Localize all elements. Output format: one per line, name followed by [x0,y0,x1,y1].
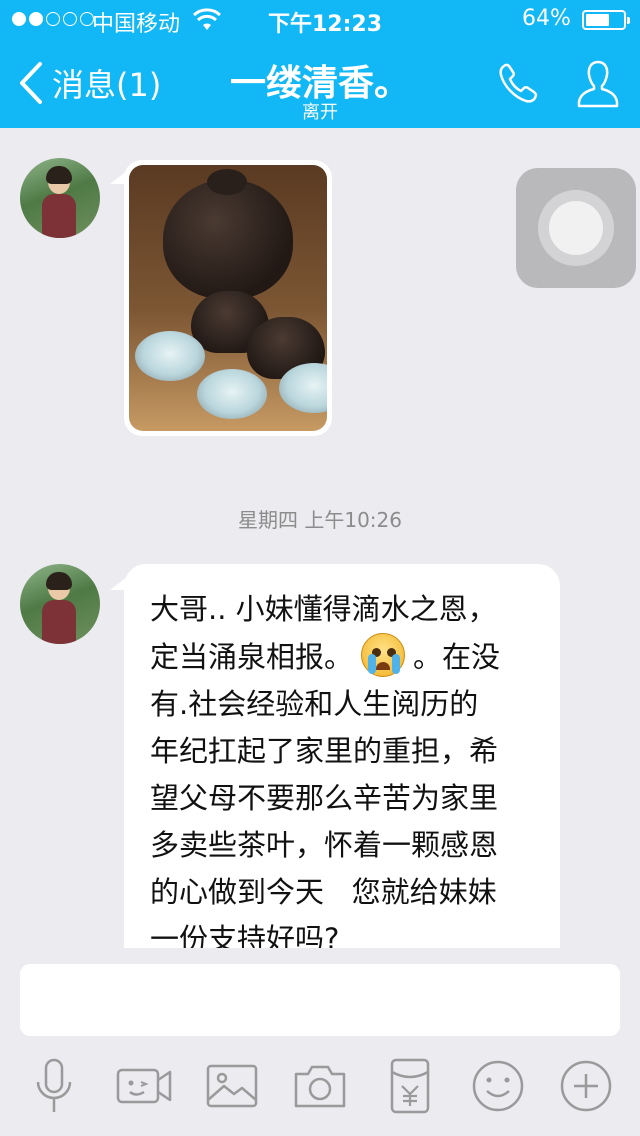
contact-status: 离开 [302,102,338,123]
emoji-tear [392,654,401,674]
message-text: 大哥.. 小妹懂得滴水之恩， 定当涌泉相报。 。在没 有.社会经验和人生阅历的 年… [150,586,534,948]
microphone-icon[interactable] [24,1056,84,1116]
assistive-touch-button[interactable] [516,168,636,288]
signal-dot [46,12,60,26]
white-cup-shape [197,369,267,419]
battery-icon [582,10,630,30]
message-list[interactable]: 星期四 上午10:26 大哥.. 小妹懂得滴水之恩， 定当涌泉相报。 。在没 有.… [0,128,640,948]
status-time: 下午12:23 [268,12,383,37]
battery-level [586,14,609,26]
signal-dot [29,12,43,26]
image-icon[interactable] [202,1056,262,1116]
status-bar: 中国移动 下午12:23 64% [0,0,640,40]
emoji-tear [368,654,377,674]
avatar-hair [46,572,72,590]
white-cup-shape [135,331,205,381]
avatar-hair [46,166,72,184]
chat-header: 中国移动 下午12:23 64% 消息(1) 一缕清香。 离开 [0,0,640,128]
contact-avatar[interactable] [20,564,100,644]
teapot-photo [129,165,327,431]
wifi-icon [192,8,222,30]
profile-icon[interactable] [574,58,622,110]
battery-percent: 64% [522,6,571,31]
message-timestamp: 星期四 上午10:26 [238,508,402,532]
teapot-shape [163,179,293,299]
camera-icon[interactable] [290,1056,350,1116]
contact-avatar[interactable] [20,158,100,238]
signal-dot [63,12,77,26]
emoji-mouth [376,662,391,670]
red-packet-icon[interactable] [380,1056,440,1116]
signal-dot [12,12,26,26]
input-bar [0,948,640,1136]
phone-icon[interactable] [494,60,542,108]
carrier-name: 中国移动 [92,12,181,37]
video-call-icon[interactable] [114,1056,174,1116]
teapot-lid [207,169,247,195]
avatar-body [42,194,76,238]
avatar-body [42,600,76,644]
signal-strength-icon [12,12,94,26]
assistive-core [549,201,603,255]
image-message[interactable] [124,160,332,436]
message-text-part: 。在没 有.社会经验和人生阅历的 年纪扛起了家里的重担，希 望父母不要那么辛苦为… [150,640,501,948]
crying-emoji [361,633,406,677]
plus-icon[interactable] [556,1056,616,1116]
battery-tip [627,17,630,24]
text-message[interactable]: 大哥.. 小妹懂得滴水之恩， 定当涌泉相报。 。在没 有.社会经验和人生阅历的 年… [124,564,560,948]
emoji-icon[interactable] [468,1056,528,1116]
message-input[interactable] [20,964,620,1036]
